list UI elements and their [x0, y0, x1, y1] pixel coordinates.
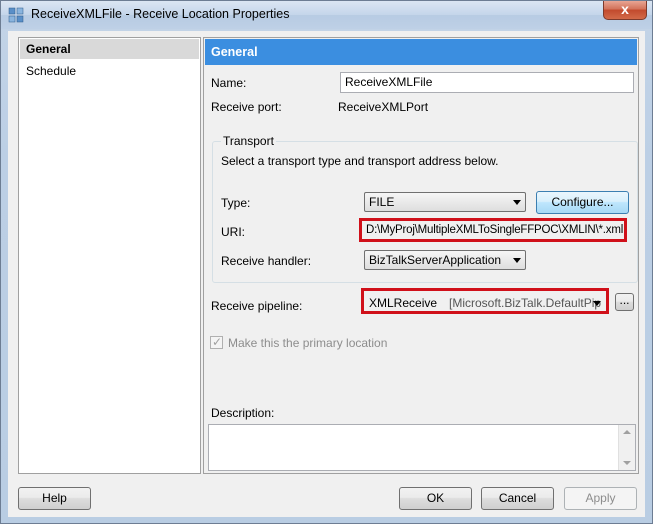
- name-field[interactable]: ReceiveXMLFile: [340, 72, 634, 93]
- pipeline-assembly: [Microsoft.BizTalk.DefaultPip: [449, 296, 602, 310]
- transport-type-select[interactable]: FILE: [364, 192, 526, 212]
- scroll-down-icon[interactable]: [623, 461, 631, 465]
- description-field[interactable]: [208, 424, 636, 471]
- scroll-up-icon[interactable]: [623, 430, 631, 434]
- chevron-down-icon: [593, 301, 601, 306]
- uri-value[interactable]: D:\MyProj\MultipleXMLToSingleFFPOC\XMLIN…: [366, 224, 623, 236]
- receive-handler-value: BizTalkServerApplication: [369, 253, 502, 267]
- nav-item-label: General: [26, 42, 71, 56]
- primary-location-label: Make this the primary location: [228, 336, 388, 350]
- panel-header: General: [205, 39, 637, 65]
- nav-item-general[interactable]: General: [20, 39, 199, 59]
- settings-nav: General Schedule: [18, 37, 201, 474]
- dialog-client: General Schedule General Name: ReceiveXM…: [8, 31, 645, 517]
- transport-type-value: FILE: [369, 195, 395, 209]
- nav-item-schedule[interactable]: Schedule: [20, 61, 199, 81]
- cancel-button[interactable]: Cancel: [481, 487, 554, 510]
- chevron-down-icon: [513, 200, 521, 205]
- chevron-down-icon: [513, 258, 521, 263]
- nav-item-label: Schedule: [26, 64, 77, 78]
- primary-location-checkbox[interactable]: ✓: [210, 335, 223, 349]
- help-button[interactable]: Help: [18, 487, 91, 510]
- description-label: Description:: [211, 406, 275, 420]
- name-label: Name:: [211, 76, 247, 90]
- type-label: Type:: [221, 196, 251, 210]
- close-icon: x: [621, 1, 629, 17]
- biztalk-app-icon: [8, 7, 24, 23]
- transport-caption: Transport: [221, 134, 276, 148]
- ok-button[interactable]: OK: [399, 487, 472, 510]
- description-scrollbar[interactable]: [618, 425, 635, 470]
- uri-label: URI:: [221, 225, 245, 239]
- receive-handler-label: Receive handler:: [221, 254, 312, 268]
- receive-handler-select[interactable]: BizTalkServerApplication: [364, 250, 526, 270]
- close-button[interactable]: x: [603, 1, 647, 20]
- pipeline-browse-button[interactable]: ...: [615, 293, 634, 311]
- receive-pipeline-select[interactable]: XMLReceive [Microsoft.BizTalk.DefaultPip: [369, 296, 603, 310]
- receive-port-label: Receive port:: [211, 100, 282, 114]
- checkmark-icon: ✓: [212, 335, 223, 349]
- apply-button[interactable]: Apply: [564, 487, 637, 510]
- title-bar[interactable]: ReceiveXMLFile - Receive Location Proper…: [1, 1, 652, 29]
- configure-button[interactable]: Configure...: [536, 191, 629, 214]
- general-panel: General Name: ReceiveXMLFile Receive por…: [203, 37, 639, 474]
- window-title: ReceiveXMLFile - Receive Location Proper…: [31, 7, 290, 21]
- transport-description: Select a transport type and transport ad…: [221, 154, 499, 168]
- transport-group: Transport Select a transport type and tr…: [212, 134, 638, 283]
- pipeline-value: XMLReceive: [369, 296, 438, 310]
- dialog-window: ReceiveXMLFile - Receive Location Proper…: [0, 0, 653, 524]
- receive-pipeline-label: Receive pipeline:: [211, 299, 303, 313]
- receive-port-value: ReceiveXMLPort: [338, 100, 429, 114]
